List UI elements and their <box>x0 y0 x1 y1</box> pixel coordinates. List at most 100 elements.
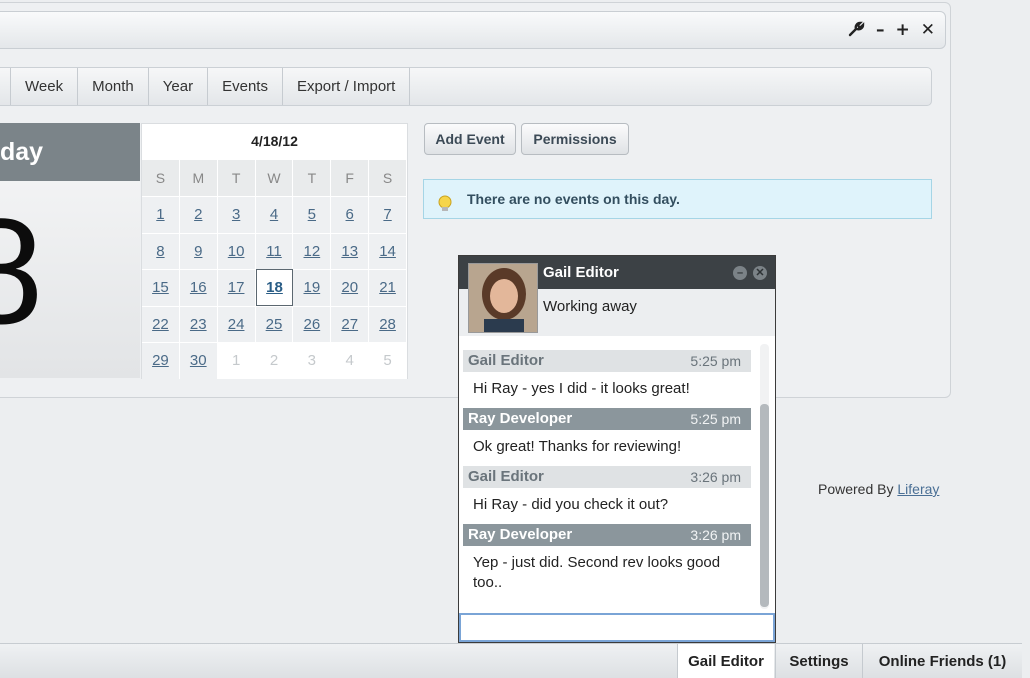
calendar-day[interactable]: 11 <box>255 232 294 269</box>
calendar-day[interactable]: 17 <box>217 269 256 306</box>
chat-message-time: 3:26 pm <box>690 469 741 485</box>
calendar-day[interactable]: 30 <box>179 342 218 379</box>
chat-message-header: Gail Editor 3:26 pm <box>463 466 751 488</box>
lightbulb-icon <box>436 190 454 211</box>
tab-events[interactable]: Events <box>208 68 283 105</box>
liferay-link[interactable]: Liferay <box>897 481 939 497</box>
wrench-icon[interactable] <box>847 20 865 43</box>
calendar-day[interactable]: 6 <box>331 196 370 233</box>
weekday-label: W <box>255 160 294 196</box>
calendar-day[interactable]: 9 <box>179 232 218 269</box>
info-text: There are no events on this day. <box>467 191 680 207</box>
weekday-label: F <box>331 160 370 196</box>
chat-message-time: 5:25 pm <box>690 353 741 369</box>
chat-scrollbar[interactable] <box>760 344 769 609</box>
calendar-day[interactable]: 12 <box>293 232 332 269</box>
dock-online-friends[interactable]: Online Friends (1) <box>862 644 1022 678</box>
weekday-label: T <box>217 160 256 196</box>
chat-message-time: 5:25 pm <box>690 411 741 427</box>
calendar-day: 4 <box>331 342 370 379</box>
day-name: day <box>0 123 140 181</box>
calendar-day[interactable]: 26 <box>293 305 332 342</box>
chat-status: Working away <box>543 298 637 315</box>
powered-by-label: Powered By <box>818 481 894 497</box>
calendar-day[interactable]: 1 <box>142 196 180 233</box>
calendar-day[interactable]: 20 <box>331 269 370 306</box>
chat-message-text: Hi Ray - did you check it out? <box>473 496 669 513</box>
tab-week[interactable]: Week <box>11 68 79 105</box>
chat-dock: Gail Editor Settings Online Friends (1) <box>0 643 1022 678</box>
chat-close-icon[interactable]: ✕ <box>753 266 767 280</box>
chat-message-header: Ray Developer 3:26 pm <box>463 524 751 546</box>
weekday-label: S <box>142 160 180 196</box>
mini-calendar: 4/18/12 S M T W T F S 1 2 3 4 5 6 7 8 9 10 11 12 13 14 15 16 17… <box>141 123 408 379</box>
calendar-day[interactable]: 27 <box>331 305 370 342</box>
chat-messages: Gail Editor 5:25 pm Hi Ray - yes I did - i… <box>459 336 775 611</box>
calendar-day[interactable]: 15 <box>142 269 180 306</box>
chat-message-sender: Gail Editor <box>468 468 544 485</box>
minimize-icon[interactable]: – <box>876 20 885 43</box>
powered-by: Powered By Liferay <box>818 481 939 497</box>
info-message: There are no events on this day. <box>423 179 932 219</box>
portlet-titlebar: – + ✕ <box>0 11 946 49</box>
calendar-day[interactable]: 8 <box>142 232 180 269</box>
tab-year[interactable]: Year <box>149 68 209 105</box>
calendar-day: 3 <box>293 342 332 379</box>
day-number-panel: 8 <box>0 181 140 378</box>
calendar-day[interactable]: 4 <box>255 196 294 233</box>
calendar-tabs: Week Month Year Events Export / Import <box>0 67 932 106</box>
chat-header: Gail Editor – ✕ Working away <box>459 256 775 336</box>
chat-message-text: Hi Ray - yes I did - it looks great! <box>473 380 690 397</box>
permissions-button[interactable]: Permissions <box>521 123 629 155</box>
calendar-day-today[interactable]: 18 <box>255 269 294 306</box>
calendar-day: 1 <box>217 342 256 379</box>
calendar-day[interactable]: 21 <box>369 269 407 306</box>
tab-export-import[interactable]: Export / Import <box>283 68 411 105</box>
dock-active-chat[interactable]: Gail Editor <box>677 644 774 678</box>
calendar-day[interactable]: 16 <box>179 269 218 306</box>
maximize-icon[interactable]: + <box>896 20 910 43</box>
tab-month[interactable]: Month <box>78 68 149 105</box>
calendar-day[interactable]: 22 <box>142 305 180 342</box>
chat-message-header: Gail Editor 5:25 pm <box>463 350 751 372</box>
portlet-controls: – + ✕ <box>847 20 935 43</box>
weekday-label: S <box>369 160 407 196</box>
mini-calendar-title: 4/18/12 <box>251 133 298 149</box>
calendar-day[interactable]: 25 <box>255 305 294 342</box>
mini-calendar-grid: S M T W T F S 1 2 3 4 5 6 7 8 9 10 11 12 13 14 15 16 17 18 19 20 21… <box>142 160 407 379</box>
close-icon[interactable]: ✕ <box>921 20 935 43</box>
chat-window: Gail Editor – ✕ Working away Gail Editor… <box>458 255 776 643</box>
chat-message-header: Ray Developer 5:25 pm <box>463 408 751 430</box>
chat-message-text: Yep - just did. Second rev looks good to… <box>473 554 721 591</box>
weekday-label: M <box>179 160 218 196</box>
chat-message-sender: Gail Editor <box>468 352 544 369</box>
weekday-label: T <box>293 160 332 196</box>
calendar-day[interactable]: 2 <box>179 196 218 233</box>
calendar-day[interactable]: 14 <box>369 232 407 269</box>
calendar-day[interactable]: 24 <box>217 305 256 342</box>
day-number: 8 <box>0 187 44 355</box>
chat-message-text: Ok great! Thanks for reviewing! <box>473 438 682 455</box>
tab-day[interactable] <box>0 68 11 105</box>
calendar-day[interactable]: 3 <box>217 196 256 233</box>
calendar-day: 5 <box>369 342 407 379</box>
dock-settings[interactable]: Settings <box>775 644 862 678</box>
chat-message-sender: Ray Developer <box>468 526 573 543</box>
chat-minimize-icon[interactable]: – <box>733 266 747 280</box>
avatar <box>468 263 538 333</box>
chat-scroll-spacer <box>459 336 775 350</box>
chat-message-time: 3:26 pm <box>690 527 741 543</box>
calendar-day[interactable]: 7 <box>369 196 407 233</box>
calendar-day[interactable]: 10 <box>217 232 256 269</box>
calendar-day[interactable]: 5 <box>293 196 332 233</box>
calendar-day[interactable]: 28 <box>369 305 407 342</box>
add-event-button[interactable]: Add Event <box>424 123 516 155</box>
chat-contact-name: Gail Editor <box>543 264 619 281</box>
calendar-day: 2 <box>255 342 294 379</box>
calendar-day[interactable]: 23 <box>179 305 218 342</box>
calendar-day[interactable]: 29 <box>142 342 180 379</box>
chat-scrollbar-thumb[interactable] <box>760 404 769 607</box>
calendar-day[interactable]: 13 <box>331 232 370 269</box>
chat-input[interactable] <box>459 613 775 642</box>
calendar-day[interactable]: 19 <box>293 269 332 306</box>
